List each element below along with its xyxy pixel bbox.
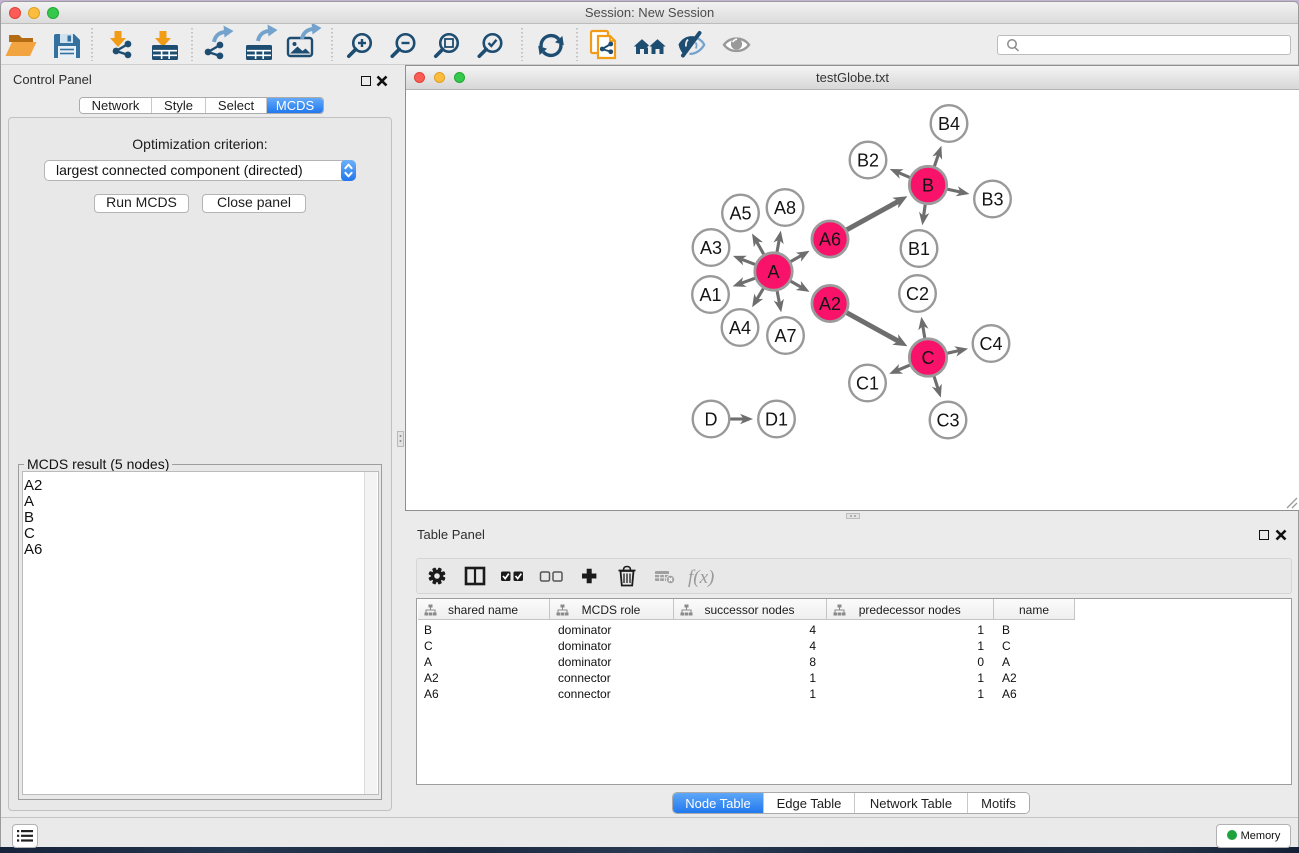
svg-text:B: B	[922, 176, 934, 196]
svg-text:A5: A5	[729, 204, 751, 224]
svg-text:C3: C3	[936, 411, 959, 431]
svg-text:C4: C4	[979, 334, 1002, 354]
svg-text:D1: D1	[765, 410, 788, 430]
svg-text:A: A	[767, 262, 779, 282]
svg-text:C: C	[922, 348, 935, 368]
svg-text:B3: B3	[981, 190, 1003, 210]
svg-text:f(x): f(x)	[688, 567, 714, 588]
svg-text:C2: C2	[906, 284, 929, 304]
svg-text:B4: B4	[938, 114, 960, 134]
svg-text:A7: A7	[774, 326, 796, 346]
svg-text:A2: A2	[819, 294, 841, 314]
svg-text:A1: A1	[699, 285, 721, 305]
svg-text:A3: A3	[700, 238, 722, 258]
svg-text:A8: A8	[774, 198, 796, 218]
svg-text:B1: B1	[908, 239, 930, 259]
svg-text:D: D	[705, 410, 718, 430]
svg-text:C1: C1	[856, 374, 879, 394]
svg-text:B2: B2	[857, 151, 879, 171]
svg-text:A4: A4	[729, 318, 751, 338]
svg-text:A6: A6	[819, 230, 841, 250]
